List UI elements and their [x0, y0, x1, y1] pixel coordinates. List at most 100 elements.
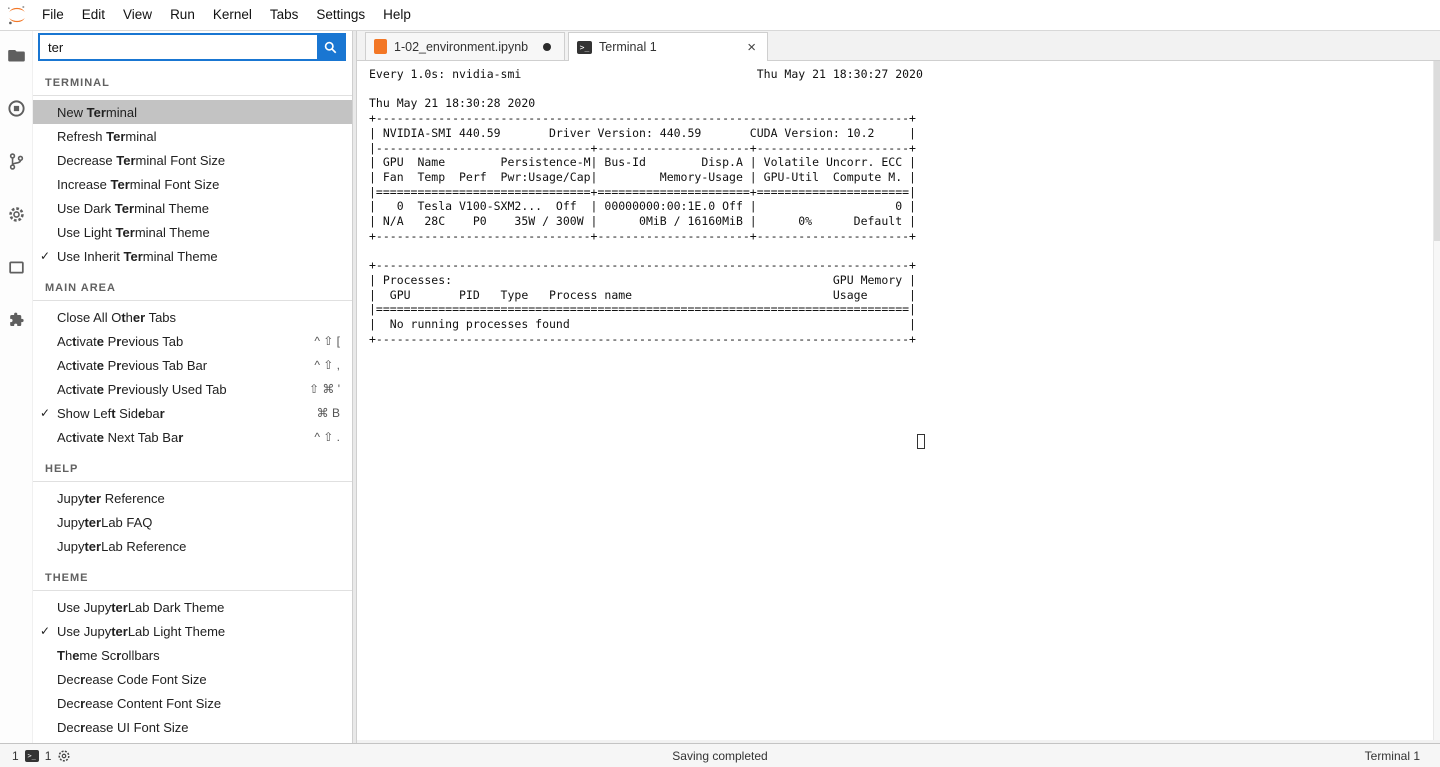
open-tabs-icon[interactable] [6, 257, 26, 277]
palette-item[interactable]: Activate Previous Tab^ ⇧ [ [33, 329, 352, 353]
palette-item[interactable]: Activate Previous Tab Bar ^ ⇧ , [33, 353, 352, 377]
git-icon[interactable] [6, 151, 26, 171]
checkmark-icon: ✓ [40, 406, 50, 420]
palette-item[interactable]: Theme Scrollbars [33, 643, 352, 667]
palette-search-input[interactable] [40, 35, 317, 59]
kernel-count[interactable]: 1 [45, 749, 52, 763]
menu-item-view[interactable]: View [114, 0, 161, 30]
kernel-icon [57, 749, 71, 763]
tab-terminal[interactable]: >_Terminal 1× [568, 32, 768, 61]
tab-label: 1-02_environment.ipynb [387, 40, 538, 54]
palette-item[interactable]: Close All Other Tabs [33, 305, 352, 329]
search-button[interactable] [317, 35, 344, 59]
palette-item-label: Decrease Terminal Font Size [57, 153, 340, 168]
palette-item-label: Use JupyterLab Light Theme [57, 624, 340, 639]
extension-manager-icon[interactable] [6, 310, 26, 330]
file-browser-icon[interactable] [6, 45, 26, 65]
terminal-icon: >_ [25, 750, 39, 762]
close-tab-icon[interactable]: × [744, 39, 759, 56]
status-bar: 1 >_ 1 Saving completed Terminal 1 [0, 743, 1440, 767]
terminal-panel[interactable]: Every 1.0s: nvidia-smi Thu May 21 18:30:… [357, 61, 1440, 740]
palette-item[interactable]: Use Dark Terminal Theme [33, 196, 352, 220]
terminal-cursor [917, 434, 925, 449]
dirty-indicator [543, 43, 551, 51]
scrollbar[interactable] [1433, 61, 1440, 740]
status-message: Saving completed [0, 749, 1440, 763]
main-dock-panel: 1-02_environment.ipynb >_Terminal 1× Ever… [357, 31, 1440, 743]
palette-item-shortcut: ⌘ B [317, 406, 340, 420]
palette-item-label: JupyterLab Reference [57, 539, 340, 554]
palette-item[interactable]: ✓Show Left Sidebar⌘ B [33, 401, 352, 425]
palette-item[interactable]: Use JupyterLab Dark Theme [33, 595, 352, 619]
palette-section-header: THEME [33, 558, 352, 591]
checkmark-icon: ✓ [40, 624, 50, 638]
palette-item[interactable]: Activate Previously Used Tab ⇧ ⌘ ' [33, 377, 352, 401]
palette-item-label: Jupyter Reference [57, 491, 340, 506]
scrollbar-thumb[interactable] [1434, 61, 1440, 241]
palette-section-header: HELP [33, 449, 352, 482]
palette-section-header: MAIN AREA [33, 268, 352, 301]
menu-item-help[interactable]: Help [374, 0, 420, 30]
palette-item-label: Activate Previous Tab Bar [57, 358, 306, 373]
palette-item-label: Activate Previous Tab [57, 334, 306, 349]
palette-item-label: New Terminal [57, 105, 340, 120]
menu-item-file[interactable]: File [33, 0, 73, 30]
tab-label: Terminal 1 [592, 40, 744, 54]
checkmark-icon: ✓ [40, 249, 50, 263]
terminal-icon: >_ [577, 41, 592, 54]
jupyter-logo [0, 4, 33, 26]
palette-item-shortcut: ⇧ ⌘ ' [309, 382, 340, 396]
palette-item-label: Close All Other Tabs [57, 310, 340, 325]
palette-search [38, 33, 346, 61]
settings-gears-icon[interactable] [6, 204, 26, 224]
palette-item-label: Use Light Terminal Theme [57, 225, 340, 240]
palette-item-label: Decrease Code Font Size [57, 672, 340, 687]
menu-items: FileEditViewRunKernelTabsSettingsHelp [33, 0, 420, 30]
tab-bar: 1-02_environment.ipynb >_Terminal 1× [357, 31, 1440, 61]
left-sidebar-iconstrip [0, 31, 33, 743]
palette-item[interactable]: Jupyter Reference [33, 486, 352, 510]
terminal-count[interactable]: 1 [12, 749, 19, 763]
palette-item-label: Decrease Content Font Size [57, 696, 340, 711]
status-context: Terminal 1 [1365, 749, 1426, 763]
palette-item-shortcut: ^ ⇧ , [314, 358, 340, 372]
palette-item-label: Use JupyterLab Dark Theme [57, 600, 340, 615]
palette-item[interactable]: JupyterLab FAQ [33, 510, 352, 534]
palette-item[interactable]: Decrease Content Font Size [33, 691, 352, 715]
running-sessions-icon[interactable] [6, 98, 26, 118]
palette-item-label: Decrease UI Font Size [57, 720, 340, 735]
palette-item-label: Increase Terminal Font Size [57, 177, 340, 192]
search-icon [323, 40, 338, 55]
palette-item[interactable]: Activate Next Tab Bar ^ ⇧ . [33, 425, 352, 449]
notebook-icon [374, 39, 387, 54]
menu-item-edit[interactable]: Edit [73, 0, 114, 30]
palette-item[interactable]: Increase Terminal Font Size [33, 172, 352, 196]
palette-item-label: Activate Next Tab Bar [57, 430, 306, 445]
palette-item[interactable]: Use Light Terminal Theme [33, 220, 352, 244]
menu-item-kernel[interactable]: Kernel [204, 0, 261, 30]
palette-item[interactable]: Decrease Terminal Font Size [33, 148, 352, 172]
palette-item[interactable]: ✓ Use JupyterLab Light Theme [33, 619, 352, 643]
palette-item-label: Use Dark Terminal Theme [57, 201, 340, 216]
jupyter-logo-icon [6, 4, 28, 26]
palette-item[interactable]: New Terminal [33, 100, 352, 124]
menu-item-settings[interactable]: Settings [307, 0, 374, 30]
running-sessions-status[interactable]: 1 >_ 1 [12, 749, 71, 763]
palette-list: TERMINALNew TerminalRefresh TerminalDecr… [33, 63, 352, 743]
palette-item[interactable]: ✓ Use Inherit Terminal Theme [33, 244, 352, 268]
jupyterlab-app: FileEditViewRunKernelTabsSettingsHelp [0, 0, 1440, 767]
palette-item-shortcut: ^ ⇧ . [314, 430, 340, 444]
palette-item[interactable]: Decrease Code Font Size [33, 667, 352, 691]
terminal-output: Every 1.0s: nvidia-smi Thu May 21 18:30:… [357, 61, 1440, 346]
palette-item-label: Use Inherit Terminal Theme [57, 249, 340, 264]
menu-item-tabs[interactable]: Tabs [261, 0, 308, 30]
tab-notebook[interactable]: 1-02_environment.ipynb [365, 32, 565, 60]
palette-item[interactable]: Refresh Terminal [33, 124, 352, 148]
palette-item[interactable]: Decrease UI Font Size [33, 715, 352, 739]
menu-item-run[interactable]: Run [161, 0, 204, 30]
body: TERMINALNew TerminalRefresh TerminalDecr… [0, 31, 1440, 743]
palette-item[interactable]: JupyterLab Reference [33, 534, 352, 558]
menubar: FileEditViewRunKernelTabsSettingsHelp [0, 0, 1440, 31]
palette-item-label: JupyterLab FAQ [57, 515, 340, 530]
palette-item-label: Activate Previously Used Tab [57, 382, 301, 397]
